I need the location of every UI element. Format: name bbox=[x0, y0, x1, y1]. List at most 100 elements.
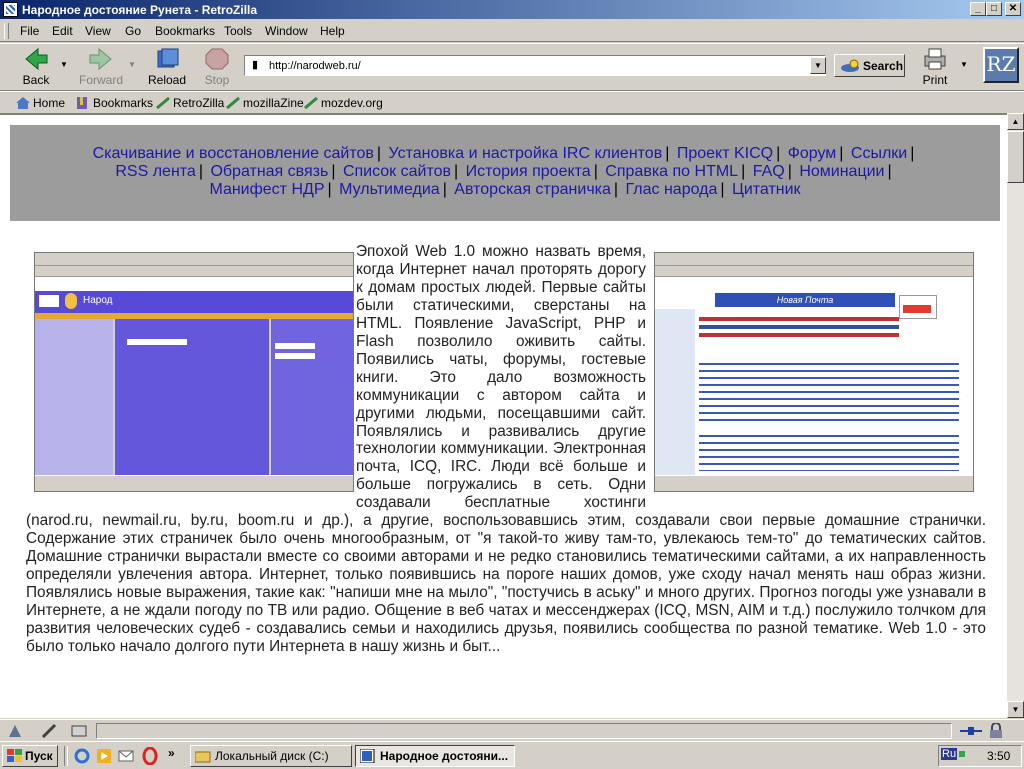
nav-link[interactable]: Обратная связь bbox=[210, 163, 328, 180]
print-dropdown-icon[interactable]: ▼ bbox=[960, 60, 968, 69]
menu-file[interactable]: File bbox=[20, 24, 39, 38]
scroll-up-arrow[interactable]: ▲ bbox=[1007, 113, 1024, 130]
nav-link[interactable]: Проект KICQ bbox=[677, 145, 773, 162]
search-button[interactable]: Search bbox=[834, 54, 905, 77]
close-button[interactable]: ✕ bbox=[1005, 2, 1021, 16]
home-button[interactable]: Home bbox=[16, 96, 65, 110]
quicklaunch-chevron[interactable]: » bbox=[168, 746, 175, 760]
folder-icon bbox=[194, 749, 211, 766]
scroll-down-arrow[interactable]: ▼ bbox=[1007, 701, 1024, 718]
vertical-scrollbar[interactable]: ▲ ▼ bbox=[1007, 113, 1024, 718]
mozillazine-label: mozillaZine bbox=[243, 96, 304, 110]
internet-explorer-icon[interactable] bbox=[74, 748, 90, 767]
status-bar bbox=[0, 719, 1024, 742]
back-arrow-icon bbox=[23, 47, 49, 71]
nav-link[interactable]: История проекта bbox=[466, 163, 591, 180]
minimize-button[interactable]: _ bbox=[970, 2, 986, 16]
stop-button[interactable]: Stop bbox=[198, 47, 236, 87]
composer-icon[interactable] bbox=[40, 723, 58, 742]
online-status-icon[interactable] bbox=[958, 723, 984, 742]
bookmark-link-icon bbox=[156, 96, 170, 110]
task-local-disk[interactable]: Локальный диск (C:) bbox=[190, 745, 352, 767]
reload-button[interactable]: Reload bbox=[146, 47, 188, 87]
menu-window[interactable]: Window bbox=[265, 24, 308, 38]
nav-link[interactable]: Глас народа bbox=[626, 181, 718, 198]
navigator-icon[interactable] bbox=[6, 723, 24, 742]
home-label: Home bbox=[33, 96, 66, 110]
bookmarks-icon bbox=[76, 97, 90, 109]
nav-link[interactable]: Цитатник bbox=[732, 181, 801, 198]
system-clock[interactable]: 3:50 bbox=[987, 749, 1010, 763]
bookmark-mozdev[interactable]: mozdev.org bbox=[304, 96, 383, 110]
nav-link[interactable]: Мультимедиа bbox=[339, 181, 440, 198]
url-input[interactable] bbox=[269, 58, 809, 73]
bookmark-mozillazine[interactable]: mozillaZine bbox=[226, 96, 304, 110]
address-bar[interactable]: ▮ bbox=[244, 55, 826, 76]
nav-link[interactable]: Манифест НДР bbox=[209, 181, 324, 198]
bookmark-retrozilla[interactable]: RetroZilla bbox=[156, 96, 224, 110]
nav-link[interactable]: Номинации bbox=[799, 163, 884, 180]
nav-link[interactable]: FAQ bbox=[753, 163, 785, 180]
task-browser[interactable]: Народное достояни... bbox=[355, 745, 515, 767]
back-history-dropdown-icon[interactable]: ▼ bbox=[60, 60, 68, 69]
nav-link[interactable]: Справка по HTML bbox=[605, 163, 738, 180]
windows-taskbar: Пуск » Локальный диск (C:) Народное дост… bbox=[0, 741, 1024, 769]
page-content: Скачивание и восстановление сайтов | Уста… bbox=[0, 113, 1008, 718]
security-lock-icon[interactable] bbox=[988, 722, 1004, 742]
back-label: Back bbox=[22, 73, 50, 87]
forward-arrow-icon bbox=[88, 47, 114, 71]
nav-link[interactable]: RSS лента bbox=[115, 163, 195, 180]
task-browser-label: Народное достояни... bbox=[380, 749, 509, 763]
nav-link[interactable]: Скачивание и восстановление сайтов bbox=[93, 145, 374, 162]
back-button[interactable]: Back bbox=[16, 47, 56, 87]
bookmark-link-icon bbox=[304, 96, 318, 110]
scroll-thumb[interactable] bbox=[1007, 131, 1024, 183]
nav-link[interactable]: Установка и настройка IRC клиентов bbox=[389, 145, 663, 162]
start-label: Пуск bbox=[25, 749, 53, 763]
language-indicator[interactable]: Ru bbox=[941, 748, 958, 760]
window-title-bar[interactable]: Народное достояние Рунета - RetroZilla _… bbox=[0, 0, 1024, 19]
reload-icon bbox=[154, 47, 180, 71]
bookmarks-label: Bookmarks bbox=[93, 96, 154, 110]
address-book-icon[interactable] bbox=[70, 723, 88, 742]
menu-tools[interactable]: Tools bbox=[224, 24, 252, 38]
tray-status-icon[interactable] bbox=[959, 751, 965, 757]
home-icon bbox=[16, 97, 30, 109]
retrozilla-logo[interactable]: RZ bbox=[983, 47, 1019, 83]
task-local-disk-label: Локальный диск (C:) bbox=[215, 749, 329, 763]
windows-logo-icon bbox=[7, 749, 23, 766]
menu-go[interactable]: Go bbox=[125, 24, 141, 38]
nav-link[interactable]: Форум bbox=[788, 145, 837, 162]
maximize-button[interactable]: □ bbox=[986, 2, 1002, 16]
forward-label: Forward bbox=[78, 73, 123, 87]
start-button[interactable]: Пуск bbox=[2, 745, 58, 767]
screenshot-narod-title: Народ bbox=[83, 295, 113, 306]
forward-button[interactable]: Forward bbox=[78, 47, 124, 87]
mail-icon[interactable] bbox=[118, 748, 134, 767]
nav-link[interactable]: Список сайтов bbox=[343, 163, 451, 180]
menu-help[interactable]: Help bbox=[320, 24, 345, 38]
mozdev-label: mozdev.org bbox=[321, 96, 383, 110]
system-tray: Ru 3:50 bbox=[938, 745, 1022, 767]
print-button[interactable]: Print bbox=[918, 47, 952, 87]
media-icon[interactable] bbox=[96, 748, 112, 767]
bookmarks-button[interactable]: Bookmarks bbox=[76, 96, 153, 110]
nav-link[interactable]: Авторская страничка bbox=[454, 181, 611, 198]
menubar-grip[interactable] bbox=[4, 23, 9, 39]
window-title: Народное достояние Рунета - RetroZilla bbox=[22, 3, 258, 17]
menu-edit[interactable]: Edit bbox=[52, 24, 73, 38]
page-proxy-icon[interactable]: ▮ bbox=[249, 59, 261, 72]
menu-view[interactable]: View bbox=[85, 24, 111, 38]
search-icon bbox=[839, 58, 861, 77]
opera-icon[interactable] bbox=[142, 746, 158, 768]
nav-link[interactable]: Ссылки bbox=[851, 145, 907, 162]
printer-icon bbox=[922, 47, 948, 71]
stop-icon bbox=[204, 47, 230, 71]
app-icon[interactable] bbox=[3, 2, 18, 17]
retrozilla-label: RetroZilla bbox=[173, 96, 225, 110]
menu-bookmarks[interactable]: Bookmarks bbox=[155, 24, 215, 38]
forward-history-dropdown-icon[interactable]: ▼ bbox=[128, 60, 136, 69]
status-text-field bbox=[96, 723, 952, 739]
stop-label: Stop bbox=[204, 73, 230, 87]
url-history-dropdown[interactable]: ▼ bbox=[810, 57, 826, 74]
